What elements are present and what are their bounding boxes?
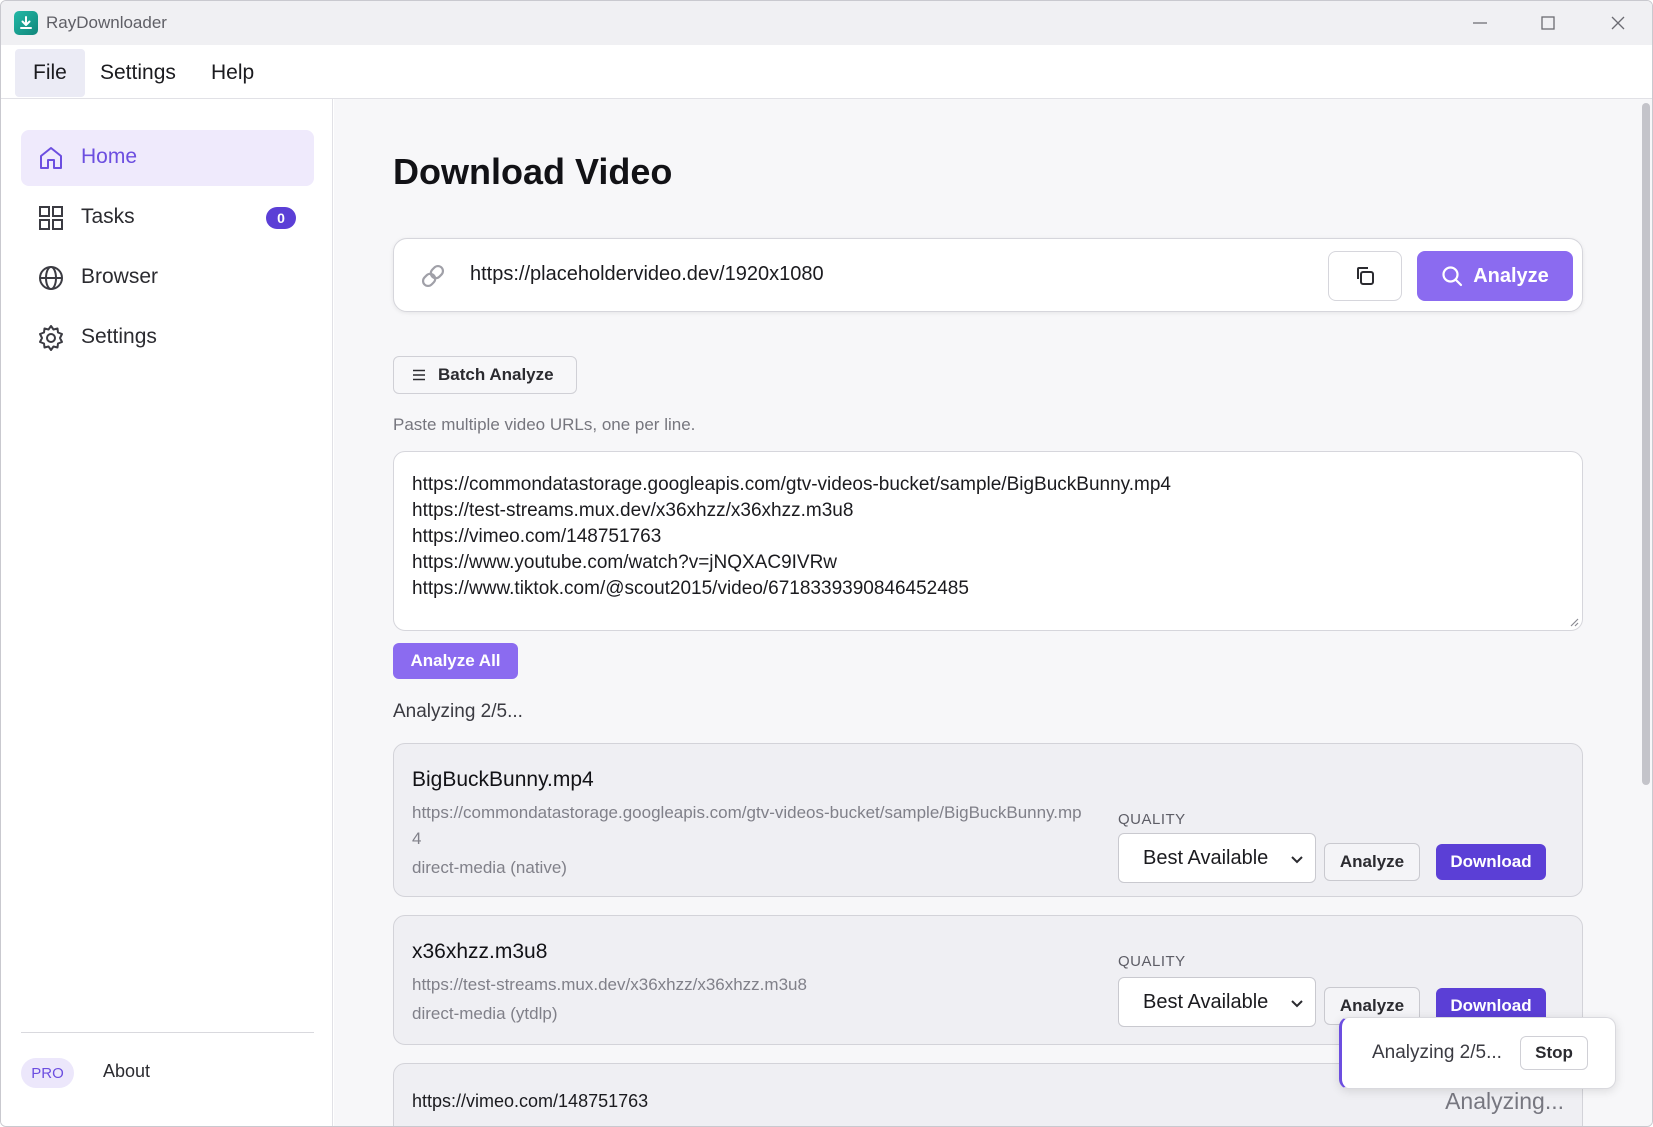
batch-url-line: https://vimeo.com/148751763 xyxy=(412,526,662,547)
quality-label: QUALITY xyxy=(1118,953,1186,970)
quality-select[interactable]: Best Available xyxy=(1118,833,1316,883)
resize-grip-icon[interactable] xyxy=(1569,617,1579,627)
copy-icon xyxy=(1357,267,1374,285)
result-title: BigBuckBunny.mp4 xyxy=(412,768,594,791)
batch-url-line: https://commondatastorage.googleapis.com… xyxy=(412,474,1171,495)
minimize-icon xyxy=(1473,22,1487,24)
result-url: https://commondatastorage.googleapis.com… xyxy=(412,803,1082,848)
progress-toast: Analyzing 2/5... Stop xyxy=(1339,1017,1616,1089)
batch-analyze-button[interactable]: Batch Analyze xyxy=(393,356,577,394)
sidebar-divider xyxy=(21,1032,314,1033)
result-download-button[interactable]: Download xyxy=(1436,844,1546,880)
result-url: https://vimeo.com/148751763 xyxy=(412,1091,649,1111)
sidebar-item-label: Settings xyxy=(81,325,157,348)
batch-url-line: https://www.tiktok.com/@scout2015/video/… xyxy=(412,578,969,599)
paste-button[interactable] xyxy=(1328,251,1402,301)
result-title: x36xhzz.m3u8 xyxy=(412,940,548,963)
sidebar-item-label: Browser xyxy=(81,265,159,288)
maximize-button[interactable] xyxy=(1513,1,1583,45)
chevron-down-icon xyxy=(1291,1000,1303,1008)
quality-select-value: Best Available xyxy=(1143,990,1269,1013)
result-analyze-button[interactable]: Analyze xyxy=(1324,843,1420,881)
grid-icon xyxy=(39,206,63,230)
stop-button[interactable]: Stop xyxy=(1520,1036,1588,1070)
about-link[interactable]: About xyxy=(103,1061,150,1082)
result-analyzing-status: Analyzing... xyxy=(1445,1088,1564,1114)
minimize-button[interactable] xyxy=(1445,1,1515,45)
sidebar-item-settings[interactable]: Settings xyxy=(21,310,314,366)
close-icon xyxy=(1611,16,1625,30)
tasks-count-badge: 0 xyxy=(266,207,296,229)
search-icon xyxy=(1442,266,1463,287)
app-title: RayDownloader xyxy=(46,13,167,32)
toast-status: Analyzing 2/5... xyxy=(1372,1042,1502,1063)
sidebar-item-label: Tasks xyxy=(81,205,135,228)
home-icon xyxy=(40,147,62,169)
result-url: https://test-streams.mux.dev/x36xhzz/x36… xyxy=(412,975,807,994)
pro-badge[interactable]: PRO xyxy=(21,1058,74,1088)
url-input-bar: https://placeholdervideo.dev/1920x1080 A… xyxy=(393,238,1583,312)
gear-icon xyxy=(39,325,63,351)
globe-icon xyxy=(39,266,63,290)
quality-select[interactable]: Best Available xyxy=(1118,977,1316,1027)
maximize-icon xyxy=(1541,16,1555,30)
sidebar: Home Tasks 0 Browser Settings PRO About xyxy=(1,99,333,1126)
page-title: Download Video xyxy=(393,151,673,192)
menu-file[interactable]: File xyxy=(15,49,85,97)
batch-hint: Paste multiple video URLs, one per line. xyxy=(393,415,696,434)
list-icon xyxy=(413,369,425,381)
batch-status: Analyzing 2/5... xyxy=(393,701,523,722)
url-input[interactable]: https://placeholdervideo.dev/1920x1080 xyxy=(470,263,824,286)
analyze-button-label: Analyze xyxy=(1473,264,1549,287)
close-button[interactable] xyxy=(1583,1,1652,45)
analyze-button[interactable]: Analyze xyxy=(1417,251,1573,301)
quality-select-value: Best Available xyxy=(1143,846,1269,869)
batch-url-line: https://www.youtube.com/watch?v=jNQXAC9I… xyxy=(412,552,838,573)
app-logo-icon xyxy=(14,11,38,35)
batch-analyze-label: Batch Analyze xyxy=(438,365,554,384)
menu-help[interactable]: Help xyxy=(193,49,272,97)
sidebar-item-home[interactable]: Home xyxy=(21,130,314,186)
title-bar: RayDownloader xyxy=(1,1,1652,45)
result-source: direct-media (ytdlp) xyxy=(412,1004,558,1023)
main-content: Download Video https://placeholdervideo.… xyxy=(334,99,1652,1126)
sidebar-item-browser[interactable]: Browser xyxy=(21,250,314,306)
main-scrollbar[interactable] xyxy=(1642,103,1650,785)
link-icon xyxy=(421,264,445,288)
sidebar-item-label: Home xyxy=(81,145,138,168)
analyze-all-button[interactable]: Analyze All xyxy=(393,643,518,679)
chevron-down-icon xyxy=(1291,856,1303,864)
result-card: BigBuckBunny.mp4 https://commondatastora… xyxy=(393,743,1583,897)
sidebar-item-tasks[interactable]: Tasks 0 xyxy=(21,190,314,246)
menu-settings[interactable]: Settings xyxy=(82,49,194,97)
batch-urls-textarea[interactable]: https://commondatastorage.googleapis.com… xyxy=(393,451,1583,631)
result-source: direct-media (native) xyxy=(412,858,567,877)
quality-label: QUALITY xyxy=(1118,811,1186,828)
batch-url-line: https://test-streams.mux.dev/x36xhzz/x36… xyxy=(412,500,854,521)
menu-bar: File Settings Help xyxy=(1,45,1652,99)
app-window: RayDownloader File Settings Help Home Ta… xyxy=(0,0,1653,1127)
